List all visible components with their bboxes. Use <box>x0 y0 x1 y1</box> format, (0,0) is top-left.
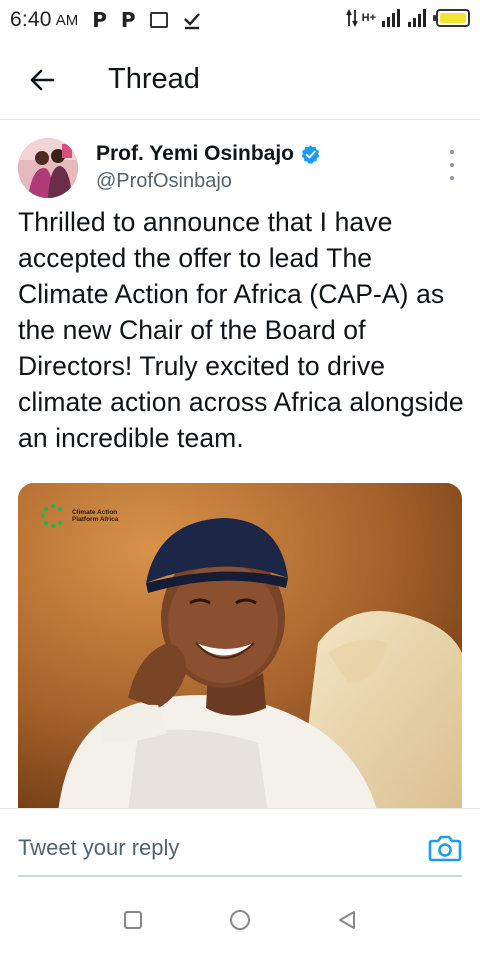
author-name[interactable]: Prof. Yemi Osinbajo <box>96 142 294 166</box>
signal-strength-icon <box>382 9 400 27</box>
battery-level <box>440 13 466 23</box>
back-triangle-icon <box>338 911 355 929</box>
media-logo-text: Climate Action Platform Africa <box>72 509 118 523</box>
status-time: 6:40 <box>10 8 52 31</box>
notification-icons: P P <box>92 8 201 32</box>
check-download-icon <box>183 13 200 30</box>
tweet-text: Thrilled to announce that I have accepte… <box>18 207 464 453</box>
author-name-row[interactable]: Prof. Yemi Osinbajo <box>96 142 321 166</box>
verified-badge-icon <box>301 144 320 164</box>
logo-text-line2: Platform Africa <box>72 516 119 523</box>
home-button[interactable] <box>220 900 260 940</box>
camera-icon <box>428 835 462 862</box>
p-icon: P <box>92 8 107 32</box>
data-transfer-icon <box>345 8 358 28</box>
reply-bar: Tweet your reply <box>0 808 480 880</box>
avatar[interactable] <box>18 138 78 198</box>
more-options-button[interactable] <box>446 150 458 180</box>
network-type-label: H+ <box>361 12 376 24</box>
camera-button[interactable] <box>428 833 462 863</box>
logo-text-line1: Climate Action <box>72 509 118 516</box>
tweet-author-row: Prof. Yemi Osinbajo @ProfOsinbajo <box>0 120 480 200</box>
climate-action-logo-icon <box>40 503 63 529</box>
recent-apps-icon <box>124 911 143 929</box>
back-button[interactable] <box>18 56 66 104</box>
author-handle[interactable]: @ProfOsinbajo <box>96 170 232 193</box>
notification-box-icon <box>149 12 168 28</box>
portrait-image <box>18 483 462 813</box>
reply-placeholder[interactable]: Tweet your reply <box>18 835 179 861</box>
arrow-left-icon <box>30 69 55 90</box>
signal-strength-icon-2 <box>408 9 426 27</box>
thread-header: Thread <box>0 40 480 120</box>
battery-icon <box>433 9 470 27</box>
tweet-media-image[interactable]: Climate Action Platform Africa <box>18 483 462 813</box>
more-options-icon <box>450 150 454 154</box>
nav-back-button[interactable] <box>327 900 367 940</box>
system-nav-bar <box>0 880 480 960</box>
media-logo: Climate Action Platform Africa <box>40 503 118 529</box>
page-title: Thread <box>108 63 200 95</box>
reply-input[interactable]: Tweet your reply <box>18 821 462 877</box>
status-bar: 6:40 AM P P H+ <box>0 0 480 40</box>
recent-apps-button[interactable] <box>113 900 153 940</box>
system-icons: H+ <box>345 8 470 28</box>
tweet: Prof. Yemi Osinbajo @ProfOsinbajo Thrill… <box>0 120 480 813</box>
status-ampm: AM <box>55 11 79 29</box>
home-icon <box>229 910 250 930</box>
p-icon: P <box>120 8 136 32</box>
